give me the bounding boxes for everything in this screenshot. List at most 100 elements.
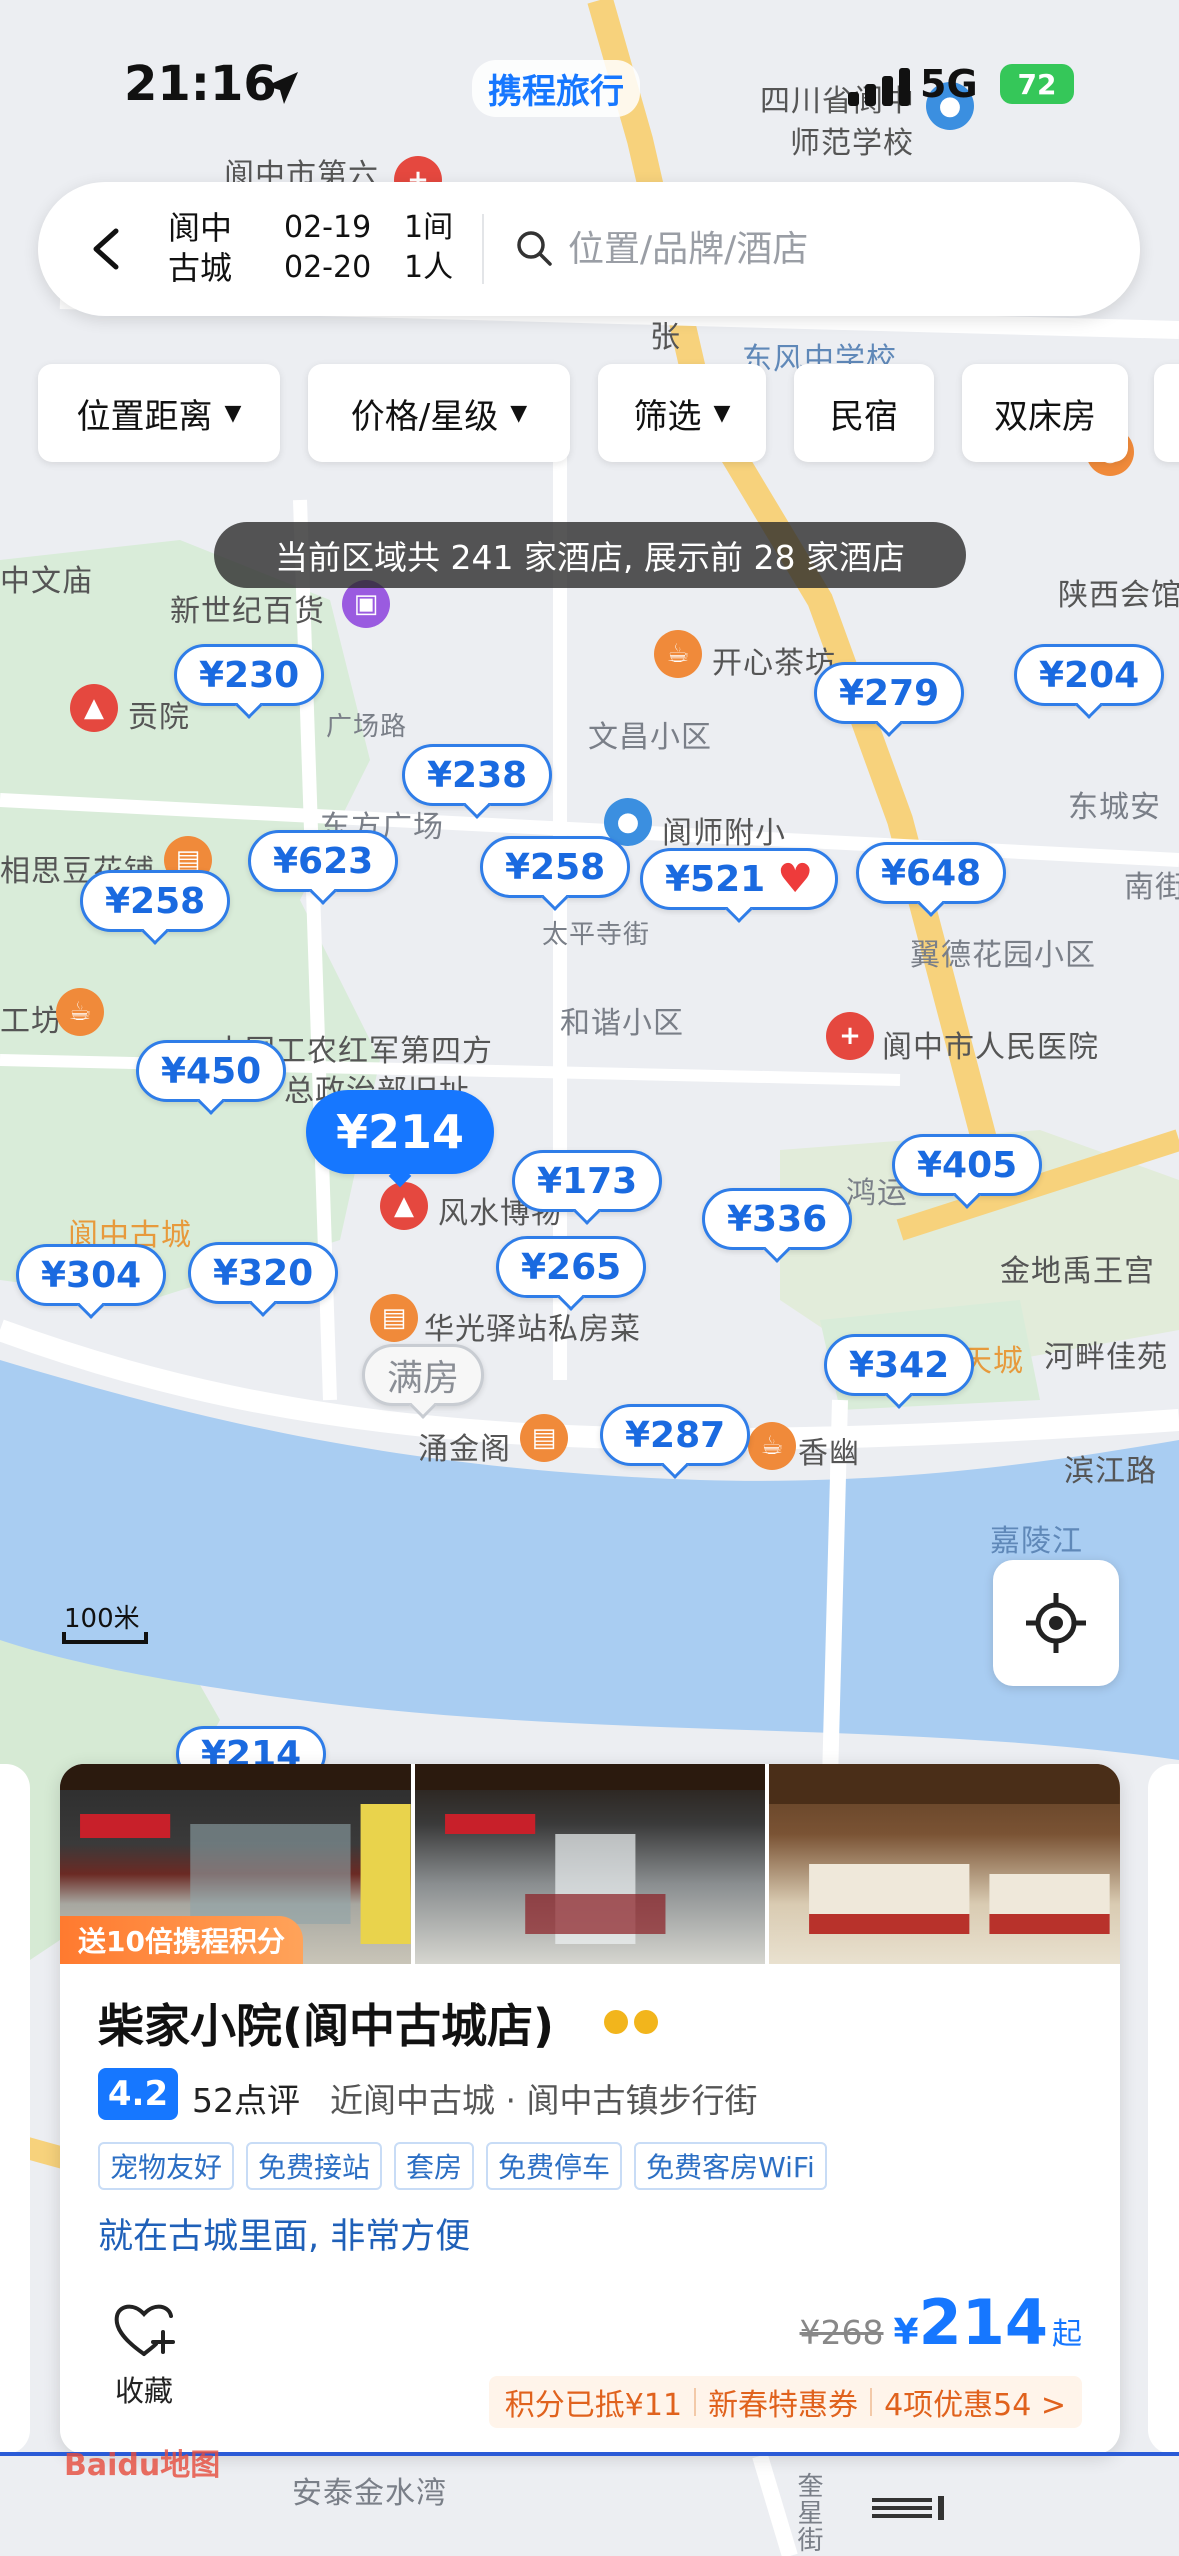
teahouse-icon[interactable]: ☕ [654, 630, 702, 678]
hotel-price-pin[interactable]: ¥279 [814, 662, 965, 724]
map-label: 滨江路 [1064, 1454, 1157, 1489]
status-bar: 21:16 携程旅行 5G 72 [0, 48, 1179, 128]
app-brand: 携程旅行 [472, 60, 640, 117]
lobby-image [414, 1764, 766, 1944]
filter-next-peek[interactable] [1154, 364, 1179, 462]
scale-bar [62, 1632, 148, 1644]
hotel-price-pin[interactable]: ¥230 [174, 644, 325, 706]
hotel-photo[interactable] [769, 1764, 1120, 1964]
location-arrow-icon [266, 72, 298, 104]
map-label: 新世纪百货 [170, 594, 325, 629]
filter-label: 双床房 [994, 396, 1096, 437]
price-block: ¥268 ¥ 214 起 [800, 2286, 1082, 2359]
map-label: 太平寺街 [542, 920, 651, 950]
teahouse-icon[interactable]: ☕ [748, 1422, 796, 1470]
hotel-tag: 套房 [394, 2142, 475, 2190]
hotel-price-pin[interactable]: ¥336 [702, 1188, 853, 1250]
hotel-score: 4.2 [98, 2068, 178, 2120]
map-label: 华光驿站私房菜 [424, 1312, 641, 1347]
filter-homestay[interactable]: 民宿 [794, 364, 934, 462]
map-label: 贡院 [128, 700, 190, 735]
currency-symbol: ¥ [893, 2312, 919, 2353]
map-label: 中文庙 [0, 564, 93, 599]
crosshair-icon [1026, 1593, 1086, 1653]
hotel-photo[interactable] [414, 1764, 766, 1964]
discount-item: 新春特惠券 [708, 2388, 859, 2423]
filter-more[interactable]: 筛选 ▼ [598, 364, 766, 462]
map-label: 张 [650, 320, 681, 355]
room-guest-selector[interactable]: 1间 1人 [404, 208, 453, 288]
locate-me-button[interactable] [993, 1560, 1119, 1686]
hotel-price-pin-favorited[interactable]: ¥521 ♥ [640, 848, 839, 910]
hotel-price-pin[interactable]: ¥320 [188, 1242, 339, 1304]
map-label: 广场路 [326, 712, 408, 742]
restaurant-icon[interactable]: ▤ [370, 1294, 418, 1342]
search-bar[interactable]: 阆中 古城 02-19 02-20 1间 1人 [38, 182, 1140, 316]
hotel-price-pin-selected[interactable]: ¥214 [306, 1090, 495, 1174]
discount-bar[interactable]: 积分已抵¥11 新春特惠券 4项优惠54 > [488, 2376, 1082, 2428]
city-selector[interactable]: 阆中 古城 [164, 208, 236, 288]
map-label: 开心茶坊 [712, 646, 836, 681]
map-menu-icon[interactable] [872, 2496, 952, 2520]
filter-bar: 位置距离 ▼ 价格/星级 ▼ 筛选 ▼ 民宿 双床房 [38, 364, 1179, 462]
filter-label: 筛选 [633, 396, 702, 437]
cafe-icon[interactable]: ☕ [56, 988, 104, 1036]
landmark-icon[interactable]: ▲ [70, 684, 118, 732]
filter-location-distance[interactable]: 位置距离 ▼ [38, 364, 280, 462]
filter-twin-room[interactable]: 双床房 [962, 364, 1128, 462]
filter-label: 价格/星级 [350, 396, 499, 437]
hotel-price-pin[interactable]: ¥173 [512, 1150, 663, 1212]
map-label: 金地禹王宫 [1000, 1254, 1155, 1289]
divider [482, 214, 484, 284]
map-label: 嘉陵江 [990, 1524, 1083, 1559]
hotel-price-pin[interactable]: ¥450 [136, 1040, 287, 1102]
hotel-tag: 免费接站 [246, 2142, 383, 2190]
hotel-price-pin[interactable]: ¥258 [80, 870, 231, 932]
guests-count: 1人 [404, 250, 454, 285]
hotel-tag: 免费客房WiFi [634, 2142, 827, 2190]
price-suffix: 起 [1052, 2317, 1082, 2352]
museum-icon[interactable]: ▲ [380, 1182, 428, 1230]
divider [694, 2388, 697, 2416]
hotel-price-pin[interactable]: ¥258 [480, 836, 631, 898]
hotel-tag: 宠物友好 [98, 2142, 235, 2190]
hotel-card[interactable]: 送10倍携程积分 柴家小院(阆中古城店) 4.2 52点评 近阆中古城 · 阆中… [60, 1764, 1120, 2454]
hotel-price-pin[interactable]: ¥304 [16, 1244, 167, 1306]
checkin-date: 02-19 [284, 210, 372, 245]
hotel-price-pin[interactable]: ¥342 [824, 1334, 975, 1396]
hotel-price-pin[interactable]: ¥287 [600, 1404, 751, 1466]
search-icon [517, 231, 552, 266]
filter-price-star[interactable]: 价格/星级 ▼ [308, 364, 570, 462]
prev-hotel-card[interactable] [0, 1764, 30, 2454]
hotel-name[interactable]: 柴家小院(阆中古城店) [98, 1990, 554, 2056]
discount-item: 4项优惠54 > [884, 2388, 1066, 2423]
map-label: 阆师附小 [662, 816, 786, 851]
hotel-photo[interactable]: 送10倍携程积分 [60, 1764, 411, 1964]
filter-label: 民宿 [830, 396, 898, 437]
discount-item: 积分已抵¥11 [504, 2388, 683, 2423]
hotel-price-pin[interactable]: ¥623 [248, 830, 399, 892]
next-hotel-card[interactable] [1148, 1764, 1179, 2454]
hotel-full-pin[interactable]: 满房 [362, 1344, 485, 1406]
search-input[interactable] [568, 218, 1088, 280]
hotel-price-pin[interactable]: ¥204 [1014, 644, 1165, 706]
original-price: ¥268 [799, 2313, 884, 2352]
date-selector[interactable]: 02-19 02-20 [284, 208, 371, 288]
hotel-price-pin[interactable]: ¥265 [496, 1236, 647, 1298]
map-label: 文昌小区 [588, 720, 712, 755]
favorite-button[interactable]: 收藏 [104, 2300, 184, 2410]
back-arrow-icon[interactable] [88, 227, 124, 271]
hotel-photos[interactable]: 送10倍携程积分 [60, 1764, 1120, 1964]
city-line1: 阆中 [167, 209, 232, 247]
hospital-icon[interactable]: + [826, 1012, 874, 1060]
hotel-tags: 宠物友好 免费接站 套房 免费停车 免费客房WiFi [98, 2142, 827, 2190]
hotel-price-pin[interactable]: ¥238 [402, 744, 553, 806]
hotel-price-pin[interactable]: ¥648 [856, 842, 1007, 904]
hotel-location: 近阆中古城 · 阆中古镇步行街 [330, 2081, 758, 2120]
hotel-price-pin[interactable]: ¥405 [892, 1134, 1043, 1196]
filter-label: 位置距离 [76, 396, 213, 437]
room-image [769, 1764, 1120, 1934]
review-count[interactable]: 52点评 [192, 2074, 300, 2122]
restaurant-icon[interactable]: ▤ [520, 1414, 568, 1462]
map-label: 涌金阁 [418, 1432, 511, 1467]
